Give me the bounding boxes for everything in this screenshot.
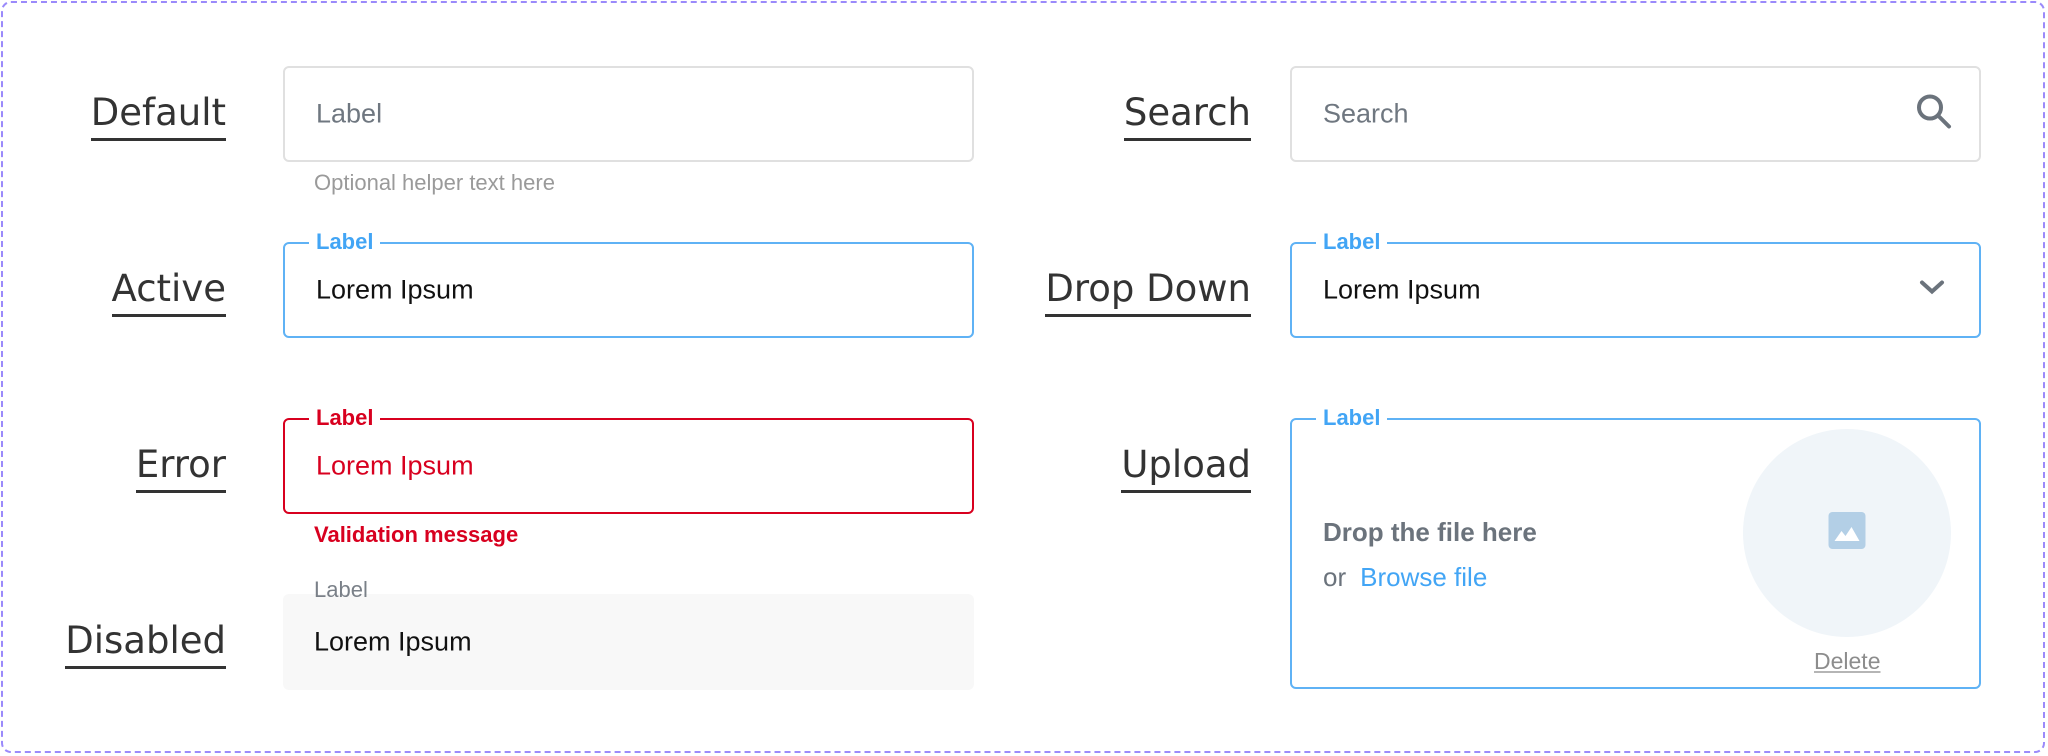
search-input[interactable]: Search xyxy=(1290,66,1981,162)
drop-file-text: Drop the file here xyxy=(1323,517,1537,547)
disabled-input-value: Lorem Ipsum xyxy=(314,626,472,657)
or-text: or xyxy=(1323,562,1347,592)
row-label-error: Error xyxy=(135,442,226,493)
active-input[interactable]: Label Lorem Ipsum xyxy=(283,230,974,338)
disabled-input: Label Lorem Ipsum xyxy=(283,578,974,690)
row-label-default: Default xyxy=(90,90,226,141)
browse-file-link[interactable]: Browse file xyxy=(1360,562,1487,592)
row-label-search: Search xyxy=(1123,90,1251,141)
error-input-value: Lorem Ipsum xyxy=(316,450,474,481)
disabled-input-label: Label xyxy=(314,577,368,602)
error-input-label: Label xyxy=(309,406,381,430)
helper-text: Optional helper text here xyxy=(314,170,555,195)
row-label-disabled: Disabled xyxy=(65,618,226,669)
delete-file-link[interactable]: Delete xyxy=(1814,648,1880,675)
upload-label: Label xyxy=(1316,406,1388,430)
image-icon xyxy=(1828,512,1866,554)
dropdown-select[interactable]: Label Lorem Ipsum xyxy=(1290,230,1981,338)
row-label-upload: Upload xyxy=(1121,442,1251,493)
default-input[interactable]: Label xyxy=(283,66,974,162)
validation-message: Validation message xyxy=(314,522,519,547)
upload-or-line: or Browse file xyxy=(1323,562,1487,593)
search-input-placeholder: Search xyxy=(1323,98,1409,129)
chevron-down-icon[interactable] xyxy=(1919,280,1945,301)
active-input-label: Label xyxy=(309,230,381,254)
active-input-value: Lorem Ipsum xyxy=(316,274,474,305)
row-label-dropdown: Drop Down xyxy=(1045,266,1251,317)
default-input-placeholder: Label xyxy=(316,98,383,129)
file-preview-circle xyxy=(1743,429,1951,637)
upload-dropzone[interactable]: Label Drop the file here or Browse file D… xyxy=(1290,406,1981,689)
row-label-active: Active xyxy=(111,266,226,317)
search-icon[interactable] xyxy=(1915,93,1953,136)
dropdown-label: Label xyxy=(1316,230,1388,254)
error-input[interactable]: Label Lorem Ipsum xyxy=(283,406,974,514)
dropdown-selected-value: Lorem Ipsum xyxy=(1323,274,1481,305)
